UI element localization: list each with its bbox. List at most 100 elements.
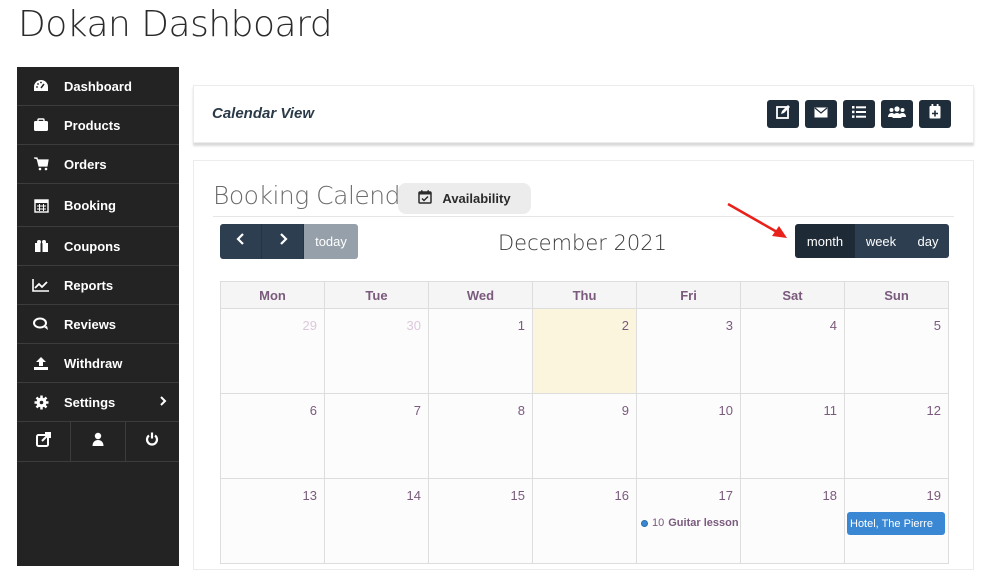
- weekday-header: Sun: [845, 282, 949, 309]
- prev-button[interactable]: [220, 224, 262, 259]
- weekday-header: Fri: [637, 282, 741, 309]
- day-cell[interactable]: 1: [429, 309, 533, 394]
- view-week-button[interactable]: week: [855, 224, 907, 258]
- edit-button[interactable]: [767, 100, 799, 128]
- event-time: 10: [652, 517, 665, 529]
- add-booking-button[interactable]: [919, 100, 951, 128]
- envelope-icon: [814, 105, 828, 123]
- annotation-arrow: [727, 202, 787, 238]
- day-number[interactable]: 2: [622, 318, 629, 333]
- view-day-button[interactable]: day: [907, 224, 949, 258]
- today-button[interactable]: today: [304, 224, 358, 259]
- list-button[interactable]: [843, 100, 875, 128]
- day-number[interactable]: 4: [830, 318, 837, 333]
- day-number[interactable]: 13: [303, 488, 317, 503]
- sidebar-item-reports[interactable]: Reports: [17, 266, 179, 305]
- day-cell[interactable]: 5: [845, 309, 949, 394]
- day-number[interactable]: 6: [310, 403, 317, 418]
- day-number[interactable]: 9: [622, 403, 629, 418]
- page-title: Dokan Dashboard: [18, 4, 333, 45]
- day-cell[interactable]: 4: [741, 309, 845, 394]
- sidebar-item-reviews[interactable]: Reviews: [17, 305, 179, 344]
- day-number[interactable]: 8: [518, 403, 525, 418]
- day-number[interactable]: 1: [518, 318, 525, 333]
- day-cell-today[interactable]: 2: [533, 309, 637, 394]
- day-number[interactable]: 7: [414, 403, 421, 418]
- profile-button[interactable]: [71, 422, 126, 461]
- day-number[interactable]: 16: [615, 488, 629, 503]
- sidebar-item-settings[interactable]: Settings: [17, 383, 179, 422]
- day-number[interactable]: 15: [511, 488, 525, 503]
- day-cell[interactable]: 8: [429, 394, 533, 479]
- sidebar-item-orders[interactable]: Orders: [17, 145, 179, 184]
- next-button[interactable]: [262, 224, 304, 259]
- sidebar-item-label: Products: [64, 117, 121, 133]
- day-cell[interactable]: 29: [221, 309, 325, 394]
- sidebar-item-label: Coupons: [64, 238, 121, 254]
- sidebar-bottom-actions: [17, 422, 179, 462]
- day-cell[interactable]: 6: [221, 394, 325, 479]
- sidebar-item-withdraw[interactable]: Withdraw: [17, 344, 179, 383]
- day-cell[interactable]: 17 10 Guitar lesson: [637, 479, 741, 564]
- day-cell[interactable]: 19 Hotel, The Pierre: [845, 479, 949, 564]
- resources-button[interactable]: [881, 100, 913, 128]
- day-number[interactable]: 19: [927, 488, 941, 503]
- calendar-nav-buttons: today: [220, 224, 358, 259]
- email-button[interactable]: [805, 100, 837, 128]
- day-cell[interactable]: 9: [533, 394, 637, 479]
- month-title: December 2021: [498, 231, 668, 255]
- weekday-header: Mon: [221, 282, 325, 309]
- sidebar-item-dashboard[interactable]: Dashboard: [17, 67, 179, 106]
- day-number[interactable]: 29: [303, 318, 317, 333]
- calendar-event-block[interactable]: Hotel, The Pierre: [847, 512, 945, 535]
- day-cell[interactable]: 18: [741, 479, 845, 564]
- day-cell[interactable]: 11: [741, 394, 845, 479]
- day-cell[interactable]: 15: [429, 479, 533, 564]
- sidebar-item-booking[interactable]: Booking: [17, 184, 179, 227]
- logout-button[interactable]: [126, 422, 179, 461]
- day-number[interactable]: 5: [934, 318, 941, 333]
- day-cell[interactable]: 10: [637, 394, 741, 479]
- view-switcher: month week day: [795, 224, 949, 258]
- day-cell[interactable]: 3: [637, 309, 741, 394]
- title-divider: [213, 216, 954, 217]
- sidebar-item-products[interactable]: Products: [17, 106, 179, 145]
- gift-icon: [32, 238, 50, 254]
- weekday-header: Thu: [533, 282, 637, 309]
- day-number[interactable]: 10: [719, 403, 733, 418]
- visit-store-button[interactable]: [17, 422, 72, 461]
- external-link-icon: [36, 431, 52, 452]
- day-cell[interactable]: 7: [325, 394, 429, 479]
- power-icon: [145, 432, 159, 451]
- header-toolbar: [767, 100, 951, 128]
- day-number[interactable]: 3: [726, 318, 733, 333]
- sidebar-item-label: Reviews: [64, 316, 117, 332]
- weekday-header-row: Mon Tue Wed Thu Fri Sat Sun: [221, 282, 949, 309]
- sidebar-item-coupons[interactable]: Coupons: [17, 227, 179, 266]
- day-cell[interactable]: 13: [221, 479, 325, 564]
- sidebar-item-label: Reports: [64, 277, 114, 293]
- day-cell[interactable]: 30: [325, 309, 429, 394]
- day-number[interactable]: 11: [824, 403, 838, 418]
- day-cell[interactable]: 16: [533, 479, 637, 564]
- day-cell[interactable]: 12: [845, 394, 949, 479]
- day-number[interactable]: 14: [407, 488, 421, 503]
- booking-calendar-card: Booking Calendar Availability today Dece…: [193, 160, 974, 570]
- booking-calendar-title: Booking Calendar: [213, 181, 425, 210]
- line-chart-icon: [32, 277, 50, 293]
- day-number[interactable]: 12: [927, 403, 941, 418]
- sidebar-item-label: Booking: [64, 197, 116, 213]
- day-number[interactable]: 18: [823, 488, 837, 503]
- month-grid: Mon Tue Wed Thu Fri Sat Sun 29 30 1 2 3 4 5 6 7 8 9 10 11 1…: [220, 281, 949, 564]
- calendar-event[interactable]: 10 Guitar lesson: [641, 517, 739, 529]
- cart-icon: [32, 156, 50, 172]
- sidebar: Dashboard Products Orders Booking Coupon…: [17, 67, 179, 566]
- day-number[interactable]: 17: [719, 488, 733, 503]
- day-cell[interactable]: 14: [325, 479, 429, 564]
- view-month-button[interactable]: month: [795, 224, 855, 258]
- day-number[interactable]: 30: [407, 318, 421, 333]
- weekday-header: Tue: [325, 282, 429, 309]
- availability-button[interactable]: Availability: [398, 183, 531, 214]
- calendar-plus-icon: [929, 104, 941, 124]
- upload-icon: [32, 355, 50, 371]
